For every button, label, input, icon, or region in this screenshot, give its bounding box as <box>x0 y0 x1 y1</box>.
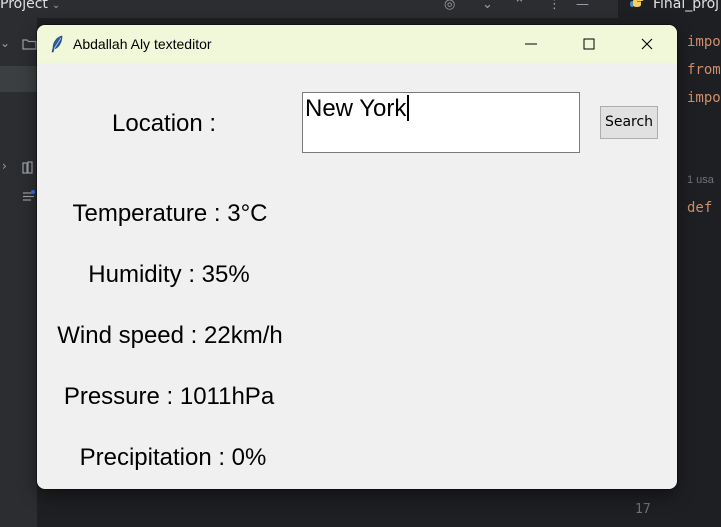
python-file-icon <box>630 0 644 7</box>
weather-app-window: Abdallah Aly texteditor Location : New Y… <box>37 25 677 489</box>
project-menu[interactable]: Project ⌄ <box>0 0 60 12</box>
folder-icon <box>22 39 37 50</box>
code-line: def <box>687 200 713 216</box>
location-input[interactable]: New York <box>302 92 580 153</box>
text-cursor <box>407 95 410 121</box>
ide-toolbar: Project ⌄ ◎ ⌄ ⌃ ⋮ — Final_proj <box>0 0 721 18</box>
usages-hint[interactable]: 1 usa <box>687 174 714 186</box>
editor-tab-label: Final_proj <box>653 0 720 12</box>
minimize-panel-icon[interactable]: — <box>576 0 589 12</box>
selected-tree-row[interactable] <box>0 66 37 92</box>
wind-speed-label: Wind speed : 22km/h <box>57 322 283 349</box>
humidity-label: Humidity : 35% <box>88 261 250 288</box>
ide-tool-icons: ◎ ⌄ ⌃ ⋮ — <box>444 0 604 15</box>
feather-icon <box>51 35 63 53</box>
location-label: Location : <box>112 110 217 137</box>
code-line: impo <box>687 34 721 50</box>
chevron-down-icon[interactable]: ⌄ <box>0 36 10 50</box>
code-line: impo <box>687 90 721 106</box>
pressure-label: Pressure : 1011hPa <box>63 383 275 410</box>
minimize-button[interactable] <box>502 25 560 63</box>
editor-tab[interactable]: Final_proj <box>618 0 721 18</box>
more-options-icon[interactable]: ⋮ <box>548 0 561 12</box>
precipitation-label: Precipitation : 0% <box>79 444 267 471</box>
window-titlebar[interactable]: Abdallah Aly texteditor <box>37 25 677 63</box>
chevron-up-icon[interactable]: ⌃ <box>514 0 525 12</box>
scratches-icon <box>23 190 35 201</box>
maximize-icon <box>583 38 595 50</box>
window-title: Abdallah Aly texteditor <box>73 36 212 52</box>
close-icon <box>641 38 653 50</box>
target-icon[interactable]: ◎ <box>444 0 455 12</box>
chevron-down-icon[interactable]: ⌄ <box>482 0 493 12</box>
chevron-down-icon: ⌄ <box>51 0 61 11</box>
weather-form: Location : New York Search Temperature :… <box>37 63 677 489</box>
search-button[interactable]: Search <box>600 106 658 139</box>
library-icon <box>22 161 33 174</box>
minimize-icon <box>525 43 537 45</box>
project-menu-label: Project <box>0 0 48 12</box>
close-button[interactable] <box>618 25 676 63</box>
maximize-button[interactable] <box>560 25 618 63</box>
location-input-value: New York <box>305 95 407 122</box>
code-line: from <box>687 62 721 78</box>
line-number: 17 <box>635 502 651 517</box>
temperature-label: Temperature : 3°C <box>72 200 268 227</box>
project-tree: ⌄ › <box>0 18 37 527</box>
code-editor[interactable]: impo from impo 1 usa def <box>681 18 721 527</box>
chevron-right-icon[interactable]: › <box>2 159 7 173</box>
